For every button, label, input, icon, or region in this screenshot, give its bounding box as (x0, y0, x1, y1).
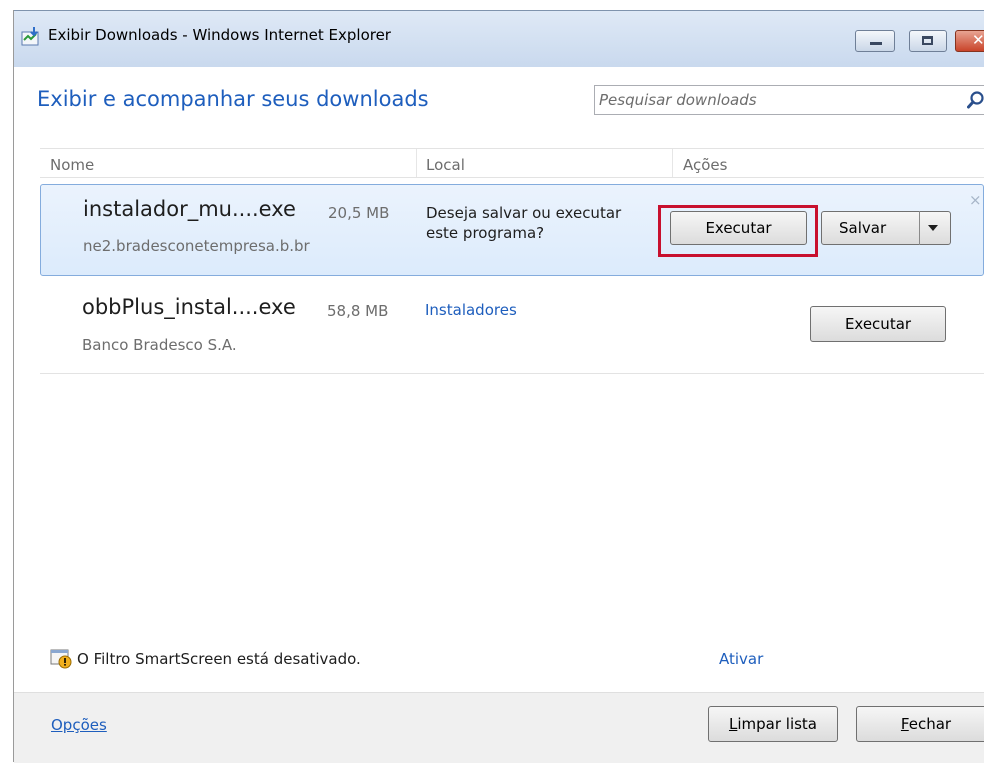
download-prompt-line1: Deseja salvar ou executar (426, 204, 622, 222)
clear-list-button[interactable]: Limpar lista (708, 706, 838, 742)
download-file-size: 20,5 MB (328, 204, 390, 222)
dismiss-icon[interactable]: × (969, 191, 982, 209)
footer-bar: Opções Limpar lista Fechar (14, 692, 984, 763)
maximize-button[interactable] (909, 30, 947, 52)
download-file-size: 58,8 MB (327, 302, 389, 320)
download-row[interactable]: obbPlus_instal....exe 58,8 MB Banco Brad… (40, 280, 984, 374)
split-button-divider (919, 211, 920, 245)
download-source: Banco Bradesco S.A. (82, 336, 237, 354)
download-file-name: obbPlus_instal....exe (82, 295, 296, 319)
page-title: Exibir e acompanhar seus downloads (37, 87, 429, 111)
column-header-name[interactable]: Nome (50, 156, 94, 174)
search-icon[interactable] (967, 90, 984, 110)
save-button-label: Salvar (839, 219, 887, 237)
download-source: ne2.bradesconetempresa.b.br (83, 237, 310, 255)
enable-smartscreen-link[interactable]: Ativar (719, 650, 763, 668)
smartscreen-warning-icon (50, 649, 72, 669)
download-row-selected[interactable]: instalador_mu....exe 20,5 MB ne2.bradesc… (40, 184, 984, 276)
close-button[interactable]: Fechar (856, 706, 984, 742)
downloads-window: Exibir Downloads - Windows Internet Expl… (0, 0, 984, 763)
options-link[interactable]: Opções (51, 716, 107, 734)
close-icon: ✕ (972, 31, 984, 49)
column-header-row: Nome Local Ações (40, 148, 984, 178)
download-location-link[interactable]: Instaladores (425, 301, 517, 319)
column-header-location[interactable]: Local (426, 156, 465, 174)
chevron-down-icon[interactable] (927, 224, 939, 232)
close-button-label: Fechar (900, 715, 952, 733)
search-input[interactable] (599, 88, 959, 112)
window-left-margin (0, 0, 14, 762)
close-window-button[interactable]: ✕ (955, 30, 984, 52)
window-title: Exibir Downloads - Windows Internet Expl… (48, 26, 391, 44)
minimize-icon (870, 42, 882, 45)
column-header-actions[interactable]: Ações (683, 156, 727, 174)
download-manager-icon (21, 27, 39, 46)
clear-list-label: Limpar lista (728, 715, 817, 733)
maximize-icon (922, 36, 933, 45)
download-file-name: instalador_mu....exe (83, 197, 296, 221)
smartscreen-message: O Filtro SmartScreen está desativado. (77, 650, 361, 668)
column-separator (416, 149, 417, 177)
column-separator (672, 149, 673, 177)
download-prompt-line2: este programa? (426, 224, 545, 242)
run-button[interactable]: Executar (670, 211, 807, 245)
run-button[interactable]: Executar (810, 306, 946, 342)
minimize-button[interactable] (855, 30, 895, 52)
search-box[interactable] (594, 85, 984, 115)
